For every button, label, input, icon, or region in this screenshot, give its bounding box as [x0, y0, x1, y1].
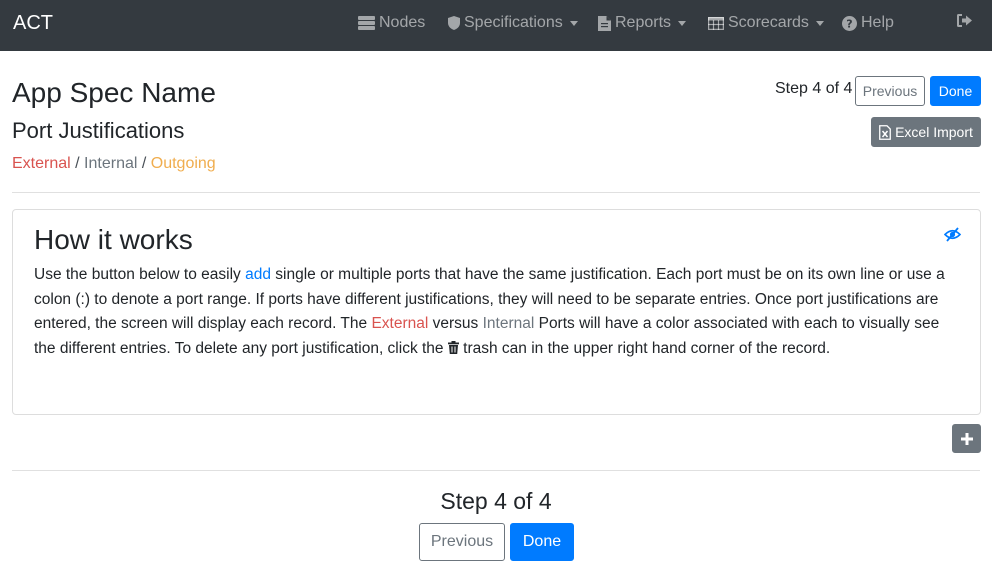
previous-button[interactable]: Previous [855, 76, 925, 106]
previous-button-bottom[interactable]: Previous [419, 523, 505, 561]
add-port-button[interactable] [952, 424, 981, 453]
done-button-bottom[interactable]: Done [510, 523, 574, 561]
external-term: External [371, 315, 429, 332]
server-icon [358, 16, 375, 30]
trash-icon [447, 340, 459, 354]
shield-icon [448, 16, 460, 30]
chevron-down-icon [569, 20, 578, 26]
chevron-down-icon [678, 20, 687, 26]
nav-scorecards[interactable]: Scorecards [708, 14, 824, 32]
file-icon [598, 15, 611, 31]
internal-term: Internal [482, 315, 535, 332]
legend-separator: / [70, 155, 85, 172]
plus-icon [960, 432, 973, 445]
nav-reports-label: Reports [615, 14, 672, 31]
nav-help[interactable]: ? Help [842, 14, 894, 32]
divider [12, 470, 980, 471]
excel-import-label: Excel Import [895, 124, 973, 140]
logout-button[interactable] [957, 14, 972, 27]
card-title: How it works [34, 224, 193, 255]
text-segment: Use the button below to easily [34, 266, 246, 283]
excel-import-button[interactable]: Excel Import [871, 117, 981, 147]
nav-specifications[interactable]: Specifications [448, 14, 578, 32]
how-it-works-text: Use the button below to easily add singl… [34, 263, 959, 361]
nav-specifications-label: Specifications [464, 14, 563, 31]
legend-separator: / [137, 155, 151, 172]
app-title: App Spec Name [12, 77, 216, 108]
nav-nodes[interactable]: Nodes [358, 14, 425, 32]
legend-external: External [12, 155, 71, 172]
done-button[interactable]: Done [930, 76, 981, 106]
add-link[interactable]: add [245, 266, 271, 283]
text-segment: versus [428, 315, 483, 332]
text-segment: trash can in the upper right hand corner… [458, 339, 831, 357]
nav-reports[interactable]: Reports [598, 14, 687, 32]
legend-internal: Internal [84, 155, 138, 172]
eye-slash-icon[interactable] [944, 227, 961, 242]
top-navbar: ACT Nodes Specifications Reports Scoreca… [0, 0, 992, 51]
divider [12, 192, 980, 193]
step-indicator: Step 4 of 4 [775, 80, 853, 97]
step-indicator-bottom: Step 4 of 4 [440, 488, 552, 514]
nav-nodes-label: Nodes [379, 14, 426, 31]
nav-help-label: Help [861, 14, 894, 31]
file-excel-icon [879, 124, 891, 140]
how-it-works-card: How it works Use the button below to eas… [12, 209, 981, 415]
nav-scorecards-label: Scorecards [728, 14, 809, 31]
chevron-down-icon [815, 20, 824, 26]
svg-text:?: ? [846, 17, 852, 30]
legend-outgoing: Outgoing [150, 155, 216, 172]
table-icon [708, 16, 724, 30]
page-subtitle: Port Justifications [12, 118, 185, 143]
brand-logo[interactable]: ACT [13, 12, 53, 35]
question-circle-icon: ? [842, 15, 857, 31]
sign-out-icon [957, 14, 972, 27]
port-type-legend: External / Internal / Outgoing [12, 155, 216, 173]
